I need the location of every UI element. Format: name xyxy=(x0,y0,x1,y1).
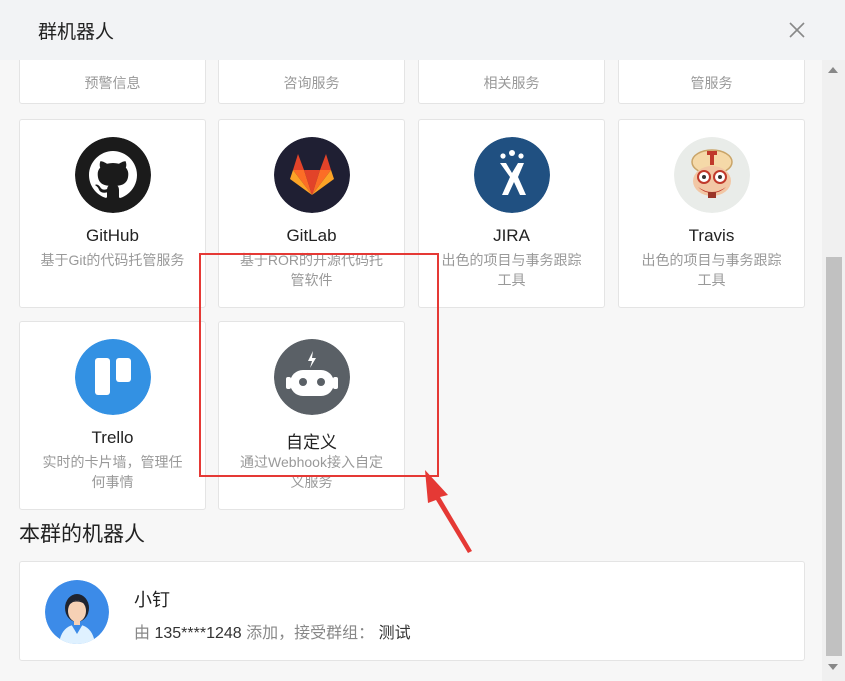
dialog-title: 群机器人 xyxy=(38,21,115,43)
scroll-down-arrow[interactable] xyxy=(828,664,838,670)
robot-desc: 实时的卡片墙，管理任何事情 xyxy=(42,454,183,490)
robot-desc: 出色的项目与事务跟踪工具 xyxy=(441,252,582,288)
info-prefix: 由 xyxy=(134,625,151,642)
robot-desc: 出色的项目与事务跟踪工具 xyxy=(641,252,782,288)
robot-card[interactable]: 管服务 xyxy=(618,60,805,104)
phone-number: 135****1248 xyxy=(154,625,242,642)
robot-added-info: 由 135****1248 添加，接受群组： 测试 xyxy=(134,619,411,643)
robot-desc: 预警信息 xyxy=(84,75,141,91)
robot-desc: 相关服务 xyxy=(483,75,540,91)
robot-desc: 基于ROR的开源代码托管软件 xyxy=(239,252,384,288)
robot-name: GitLab xyxy=(286,226,337,245)
robot-owner-name: 小钉 xyxy=(134,590,170,610)
scroll-up-arrow[interactable] xyxy=(828,67,838,73)
robot-card[interactable]: 相关服务 xyxy=(418,60,605,104)
close-icon[interactable] xyxy=(787,20,807,40)
gitlab-icon xyxy=(274,137,350,213)
scroll-thumb[interactable] xyxy=(826,257,842,656)
jira-icon xyxy=(474,137,550,213)
group-robot-item[interactable]: 小钉 由 135****1248 添加，接受群组： 测试 xyxy=(19,561,805,661)
robot-desc: 管服务 xyxy=(690,75,733,91)
robot-card[interactable]: 预警信息 xyxy=(19,60,206,104)
robot-icon xyxy=(274,339,350,415)
robot-list: 预警信息 咨询服务 相关服务 管服务 GitHub 基于Git的代码托管服务 G… xyxy=(0,60,822,681)
robot-card-jira[interactable]: JIRA 出色的项目与事务跟踪工具 xyxy=(418,119,605,308)
robot-desc: 通过Webhook接入自定义服务 xyxy=(240,454,383,490)
robot-card[interactable]: 咨询服务 xyxy=(218,60,405,104)
avatar xyxy=(45,580,109,644)
info-middle: 添加，接受群组： xyxy=(246,625,375,642)
robot-name: Travis xyxy=(688,226,735,245)
robot-name: JIRA xyxy=(493,226,530,245)
section-title: 本群的机器人 xyxy=(19,523,145,546)
robot-desc: 基于Git的代码托管服务 xyxy=(40,252,185,268)
robot-card-gitlab[interactable]: GitLab 基于ROR的开源代码托管软件 xyxy=(218,119,405,308)
robot-card-trello[interactable]: Trello 实时的卡片墙，管理任何事情 xyxy=(19,321,206,510)
robot-desc: 咨询服务 xyxy=(283,75,340,91)
trello-icon xyxy=(75,339,151,415)
scrollbar[interactable] xyxy=(822,60,845,681)
robot-name: 自定义 xyxy=(286,433,337,452)
robot-card-travis[interactable]: Travis 出色的项目与事务跟踪工具 xyxy=(618,119,805,308)
robot-card-github[interactable]: GitHub 基于Git的代码托管服务 xyxy=(19,119,206,308)
github-icon xyxy=(75,137,151,213)
robot-card-custom[interactable]: 自定义 通过Webhook接入自定义服务 xyxy=(218,321,405,510)
travis-icon xyxy=(674,137,750,213)
robot-name: GitHub xyxy=(86,226,139,245)
dialog-header: 群机器人 xyxy=(0,0,845,60)
robot-name: Trello xyxy=(91,428,134,447)
group-name: 测试 xyxy=(378,625,411,642)
